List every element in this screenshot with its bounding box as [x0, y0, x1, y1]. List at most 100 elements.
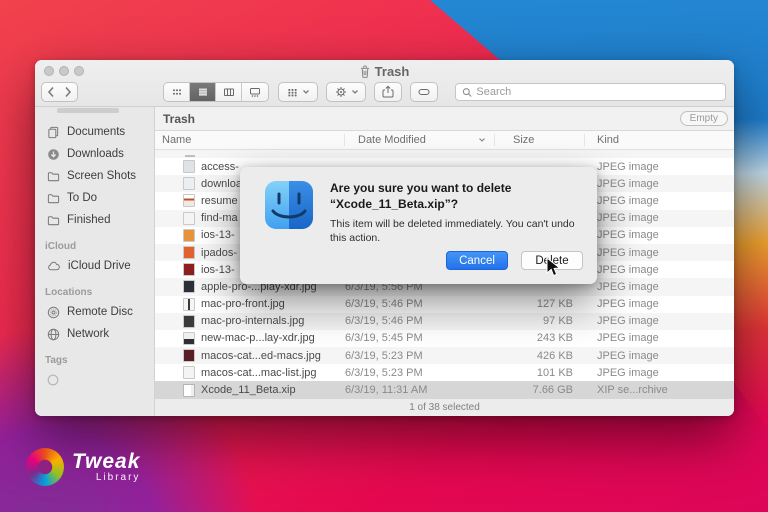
sidebar-scrolled-item-stub: [57, 108, 119, 113]
file-thumbnail-icon: [183, 280, 195, 293]
file-kind: JPEG image: [585, 281, 734, 293]
file-size: 243 KB: [495, 332, 585, 344]
table-row[interactable]: macos-cat...ed-macs.jpg 6/3/19, 5:23 PM …: [155, 347, 734, 364]
column-headers: Name Date Modified Size Kind: [155, 131, 734, 150]
sidebar-item-network[interactable]: Network: [35, 323, 154, 345]
tag-icon: [417, 85, 431, 99]
logo-brand-text: Tweak: [72, 451, 140, 472]
forward-button[interactable]: [59, 82, 78, 102]
view-mode-control: [163, 82, 269, 102]
list-view-button[interactable]: [190, 83, 216, 101]
column-header-size[interactable]: Size: [495, 134, 585, 146]
gear-icon: [334, 85, 348, 99]
file-kind: JPEG image: [585, 195, 734, 207]
delete-confirmation-dialog: Are you sure you want to delete “Xcode_1…: [240, 167, 597, 284]
sidebar-item-remote-disc[interactable]: Remote Disc: [35, 301, 154, 323]
trash-header-title: Trash: [155, 112, 195, 126]
sidebar-item-downloads[interactable]: Downloads: [35, 143, 154, 165]
gallery-view-button[interactable]: [242, 83, 268, 101]
table-row[interactable]: macos-cat...mac-list.jpg 6/3/19, 5:23 PM…: [155, 364, 734, 381]
mouse-cursor: [546, 257, 561, 278]
sidebar-item-to-do[interactable]: To Do: [35, 187, 154, 209]
share-button[interactable]: [374, 82, 402, 102]
sidebar-section-header: Tags: [35, 345, 154, 369]
file-kind: JPEG image: [585, 298, 734, 310]
file-thumbnail-icon: [183, 212, 195, 225]
file-date-modified: 6/3/19, 5:46 PM: [345, 298, 495, 310]
table-row[interactable]: new-mac-p...lay-xdr.jpg 6/3/19, 5:45 PM …: [155, 330, 734, 347]
file-thumbnail-icon: [183, 246, 195, 259]
cancel-button[interactable]: Cancel: [446, 251, 508, 270]
sidebar-item-label: Network: [67, 328, 109, 340]
file-date-modified: 6/3/19, 5:45 PM: [345, 332, 495, 344]
tweak-library-logo: Tweak Library: [26, 448, 140, 486]
folder-icon: [47, 192, 60, 205]
file-name: macos-cat...mac-list.jpg: [201, 367, 345, 379]
partially-scrolled-row: [155, 150, 734, 158]
chevron-down-icon: [302, 89, 310, 95]
file-date-modified: 6/3/19, 11:31 AM: [345, 384, 495, 396]
file-size: 426 KB: [495, 350, 585, 362]
file-kind: JPEG image: [585, 332, 734, 344]
file-size: 101 KB: [495, 367, 585, 379]
file-thumbnail-icon: [183, 366, 195, 379]
disc-icon: [47, 306, 60, 319]
sidebar-item-icloud-drive[interactable]: iCloud Drive: [35, 255, 154, 277]
finder-icon: [264, 180, 314, 230]
title-bar[interactable]: Trash: [35, 60, 734, 80]
sidebar-item-documents[interactable]: Documents: [35, 121, 154, 143]
file-name: mac-pro-internals.jpg: [201, 315, 345, 327]
file-size: 127 KB: [495, 298, 585, 310]
tag-button[interactable]: [410, 82, 438, 102]
column-view-button[interactable]: [216, 83, 242, 101]
trash-header-bar: Trash Empty: [155, 107, 734, 131]
sidebar-item-label: Screen Shots: [67, 170, 136, 182]
chevron-down-icon: [351, 89, 359, 95]
sidebar-item-tag[interactable]: [35, 369, 154, 391]
search-input[interactable]: [476, 86, 719, 98]
file-name: mac-pro-front.jpg: [201, 298, 345, 310]
cloud-icon: [47, 260, 61, 273]
action-gear-button[interactable]: [326, 82, 366, 102]
sort-chevron-icon: [478, 137, 486, 143]
sidebar-item-finished[interactable]: Finished: [35, 209, 154, 231]
file-thumbnail-icon: [183, 194, 195, 207]
back-button[interactable]: [41, 82, 60, 102]
folder-icon: [47, 170, 60, 183]
file-name: Xcode_11_Beta.xip: [201, 384, 345, 396]
globe-icon: [47, 328, 60, 341]
search-field[interactable]: [455, 83, 726, 101]
share-icon: [381, 85, 395, 99]
table-row[interactable]: Xcode_11_Beta.xip 6/3/19, 11:31 AM 7.66 …: [155, 381, 734, 398]
table-row[interactable]: mac-pro-internals.jpg 6/3/19, 5:46 PM 97…: [155, 313, 734, 330]
sidebar-section-header: iCloud: [35, 231, 154, 255]
column-header-kind[interactable]: Kind: [585, 134, 734, 146]
file-thumbnail-icon: [183, 332, 195, 345]
sidebar-section-header: Locations: [35, 277, 154, 301]
icon-view-button[interactable]: [164, 83, 190, 101]
file-name: new-mac-p...lay-xdr.jpg: [201, 332, 345, 344]
file-thumbnail-icon: [183, 263, 195, 276]
file-thumbnail-icon: [183, 229, 195, 242]
file-date-modified: 6/3/19, 5:23 PM: [345, 350, 495, 362]
file-size: 97 KB: [495, 315, 585, 327]
file-kind: JPEG image: [585, 178, 734, 190]
file-thumbnail-icon: [183, 177, 195, 190]
sidebar-item-label: Finished: [67, 214, 110, 226]
sidebar-item-screen-shots[interactable]: Screen Shots: [35, 165, 154, 187]
empty-trash-button[interactable]: Empty: [680, 111, 728, 126]
group-by-button[interactable]: [278, 82, 318, 102]
file-date-modified: 6/3/19, 5:23 PM: [345, 367, 495, 379]
table-row[interactable]: mac-pro-front.jpg 6/3/19, 5:46 PM 127 KB…: [155, 296, 734, 313]
column-header-name[interactable]: Name: [162, 134, 345, 146]
dialog-title: Are you sure you want to delete “Xcode_1…: [330, 181, 584, 212]
sidebar-item-label: To Do: [67, 192, 97, 204]
sidebar-item-label: Remote Disc: [67, 306, 133, 318]
file-kind: JPEG image: [585, 161, 734, 173]
documents-icon: [47, 126, 60, 139]
sidebar-item-label: Documents: [67, 126, 125, 138]
status-bar: 1 of 38 selected: [155, 398, 734, 416]
column-header-date-modified[interactable]: Date Modified: [345, 134, 495, 146]
search-icon: [462, 87, 472, 98]
window-title-text: Trash: [375, 64, 410, 79]
